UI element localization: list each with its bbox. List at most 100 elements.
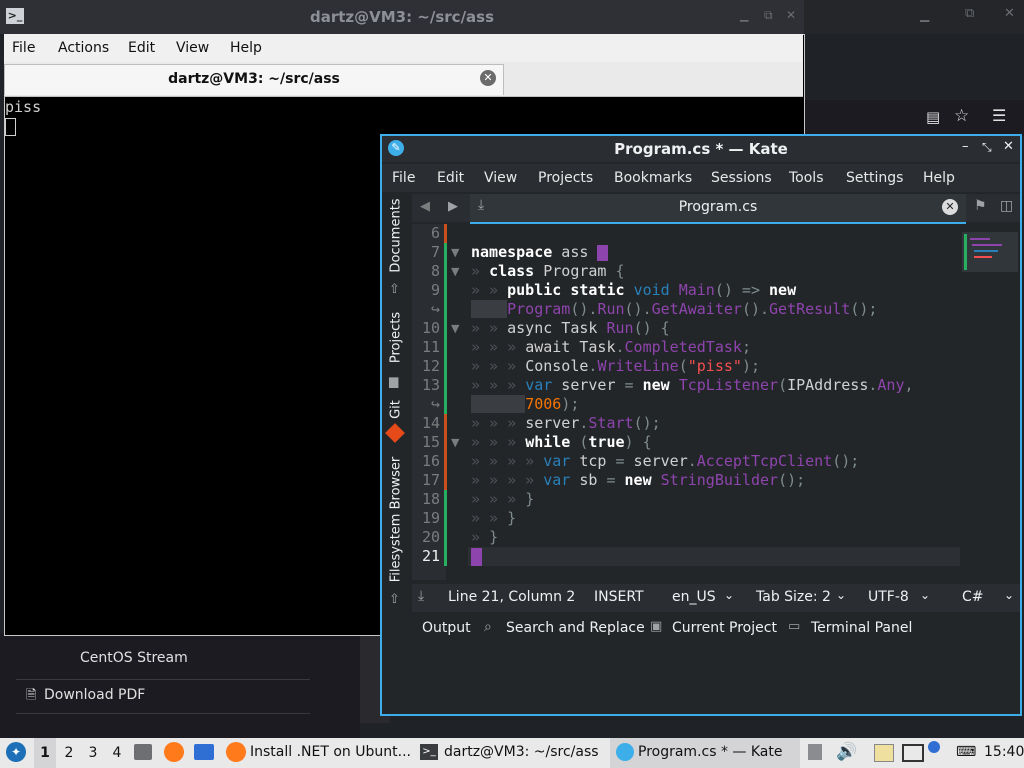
side-tab-projects[interactable]: Projects bbox=[384, 306, 408, 368]
side-tab-filesystem-browser[interactable]: Filesystem Browser bbox=[384, 450, 408, 590]
kate-titlebar[interactable]: ✎ Program.cs * — Kate – ⤡ ✕ bbox=[382, 136, 1020, 162]
clipboard-icon[interactable] bbox=[808, 744, 822, 760]
bookmark-star-icon[interactable]: ☆ bbox=[954, 106, 969, 126]
split-view-icon[interactable]: ◫ bbox=[1000, 198, 1013, 214]
terminal-window-title: dartz@VM3: ~/src/ass bbox=[309, 8, 495, 26]
close-icon[interactable]: ✕ bbox=[786, 8, 796, 22]
divider bbox=[16, 679, 310, 680]
divider bbox=[16, 713, 310, 714]
minimize-icon[interactable]: ▁ bbox=[920, 8, 929, 22]
workspace-3[interactable]: 3 bbox=[84, 738, 102, 768]
file-manager-icon[interactable] bbox=[134, 744, 152, 760]
line-number: 20 bbox=[421, 528, 440, 546]
start-menu-icon[interactable]: ✦ bbox=[6, 742, 26, 762]
syntax-selector[interactable]: C# bbox=[962, 589, 984, 605]
chevron-down-icon: ⌄ bbox=[920, 588, 931, 602]
close-icon[interactable]: ✕ bbox=[1003, 139, 1014, 154]
restore-icon[interactable]: ⤡ bbox=[982, 140, 992, 155]
menu-view[interactable]: View bbox=[176, 34, 209, 62]
task-terminal[interactable]: >_ dartz@VM3: ~/src/ass bbox=[416, 738, 606, 768]
code-line-13-wrap: ░░░░░░7006); bbox=[471, 395, 579, 414]
kate-document-tab[interactable]: ⤓ Program.cs ✕ bbox=[470, 194, 966, 224]
menu-sessions[interactable]: Sessions bbox=[711, 164, 772, 192]
menu-view[interactable]: View bbox=[484, 164, 517, 192]
code-content[interactable]: namespace ass » class Program { » » publ… bbox=[471, 224, 961, 580]
cursor-position[interactable]: Line 21, Column 2 bbox=[448, 589, 575, 605]
code-line-12: » » » Console.WriteLine("piss"); bbox=[471, 357, 760, 375]
background-browser-toolbar: ▤ ☆ ☰ bbox=[804, 100, 1024, 136]
menu-projects[interactable]: Projects bbox=[538, 164, 593, 192]
line-wrap-marker: ↪ bbox=[430, 395, 440, 413]
saved-marker bbox=[444, 243, 447, 414]
workspace-1[interactable]: 1 bbox=[34, 738, 56, 768]
close-icon[interactable]: ✕ bbox=[1004, 6, 1015, 21]
download-pdf-button[interactable]: 🗎 Download PDF bbox=[16, 681, 310, 709]
side-tab-git[interactable]: Git bbox=[384, 394, 408, 424]
keyboard-icon[interactable]: ⌨ bbox=[956, 744, 976, 760]
workspace-4[interactable]: 4 bbox=[108, 738, 126, 768]
code-line-19: » » } bbox=[471, 509, 517, 527]
hamburger-menu-icon[interactable]: ☰ bbox=[992, 106, 1006, 125]
toolview-output[interactable]: Output bbox=[422, 620, 471, 636]
task-terminal-label: dartz@VM3: ~/src/ass bbox=[444, 744, 599, 760]
project-icon: ▣ bbox=[650, 619, 663, 634]
close-tab-icon[interactable]: ✕ bbox=[480, 70, 496, 86]
maximize-icon[interactable]: ⧉ bbox=[965, 6, 974, 21]
line-number: 8 bbox=[430, 262, 440, 280]
workspace-2[interactable]: 2 bbox=[60, 738, 78, 768]
save-icon[interactable]: ⤓ bbox=[418, 588, 424, 604]
display-icon[interactable] bbox=[902, 744, 924, 762]
menu-help[interactable]: Help bbox=[230, 34, 262, 62]
task-browser-label: Install .NET on Ubunt... bbox=[250, 744, 411, 760]
fold-icon[interactable]: ▼ bbox=[451, 436, 459, 449]
menu-actions[interactable]: Actions bbox=[58, 34, 109, 62]
close-tab-icon[interactable]: ✕ bbox=[942, 199, 958, 215]
side-tab-filesystem-label: Filesystem Browser bbox=[388, 456, 404, 583]
minimize-icon[interactable]: ▁ bbox=[740, 9, 748, 22]
task-browser[interactable]: Install .NET on Ubunt... bbox=[222, 738, 412, 768]
menu-file[interactable]: File bbox=[392, 164, 415, 192]
menu-edit[interactable]: Edit bbox=[437, 164, 464, 192]
desktop-icon[interactable] bbox=[194, 744, 214, 760]
terminal-tab[interactable]: dartz@VM3: ~/src/ass ✕ bbox=[4, 64, 504, 95]
menu-edit[interactable]: Edit bbox=[128, 34, 155, 62]
background-browser-page: CentOS Stream 🗎 Download PDF bbox=[0, 633, 360, 740]
upload-icon: ⇧ bbox=[389, 282, 400, 297]
notes-icon[interactable] bbox=[874, 744, 894, 762]
fold-icon[interactable]: ▼ bbox=[451, 246, 459, 259]
line-number: 13 bbox=[421, 376, 440, 394]
code-line-18: » » » } bbox=[471, 490, 535, 508]
tab-size-selector[interactable]: Tab Size: 2 bbox=[756, 589, 831, 605]
volume-icon[interactable]: 🔊 bbox=[836, 742, 857, 762]
sidebar-link-centos-stream[interactable]: CentOS Stream bbox=[80, 650, 188, 666]
side-tab-projects-label: Projects bbox=[388, 311, 404, 364]
minimize-icon[interactable]: – bbox=[962, 139, 969, 154]
minimap[interactable] bbox=[962, 232, 1018, 272]
dictionary-selector[interactable]: en_US bbox=[672, 589, 716, 605]
menu-tools[interactable]: Tools bbox=[789, 164, 824, 192]
toolview-current-project[interactable]: Current Project bbox=[672, 620, 777, 636]
encoding-selector[interactable]: UTF-8 bbox=[868, 589, 909, 605]
toolview-search-replace[interactable]: Search and Replace bbox=[506, 620, 645, 636]
nav-forward-icon[interactable]: ▶ bbox=[448, 199, 458, 214]
task-kate[interactable]: Program.cs * — Kate bbox=[610, 738, 800, 768]
reader-view-icon[interactable]: ▤ bbox=[926, 108, 940, 126]
fold-icon[interactable]: ▼ bbox=[451, 265, 459, 278]
toolview-terminal-panel[interactable]: Terminal Panel bbox=[811, 620, 912, 636]
maximize-icon[interactable]: ⧉ bbox=[764, 8, 773, 23]
document-icon: 🗎 bbox=[26, 688, 37, 703]
firefox-icon[interactable] bbox=[164, 742, 184, 762]
terminal-titlebar[interactable]: >_ dartz@VM3: ~/src/ass ▁ ⧉ ✕ bbox=[0, 0, 804, 34]
menu-help[interactable]: Help bbox=[923, 164, 955, 192]
menu-bookmarks[interactable]: Bookmarks bbox=[614, 164, 692, 192]
input-mode[interactable]: INSERT bbox=[594, 589, 644, 605]
menu-file[interactable]: File bbox=[12, 34, 35, 62]
side-tab-documents[interactable]: Documents bbox=[384, 198, 408, 276]
fold-icon[interactable]: ▼ bbox=[451, 322, 459, 335]
clock[interactable]: 15:40 bbox=[984, 744, 1024, 760]
update-notification-icon[interactable] bbox=[928, 741, 940, 753]
menu-settings[interactable]: Settings bbox=[846, 164, 903, 192]
code-line-17: » » » » var sb = new StringBuilder(); bbox=[471, 471, 806, 489]
pin-icon[interactable]: ⚑ bbox=[974, 198, 987, 214]
nav-back-icon[interactable]: ◀ bbox=[420, 199, 430, 214]
